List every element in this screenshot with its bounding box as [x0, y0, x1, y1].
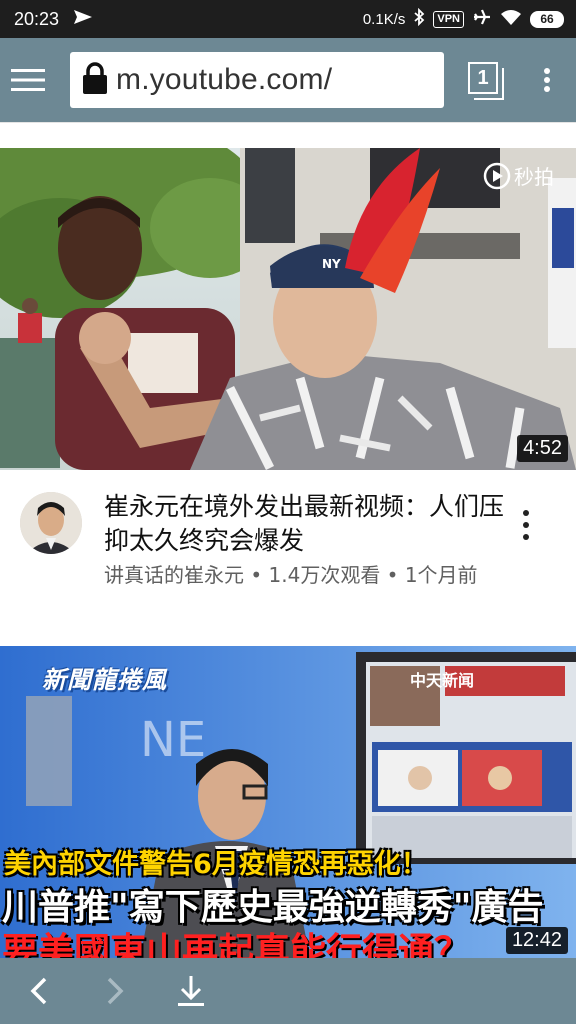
- video-subtitle: 讲真话的崔永元 • 1.4万次观看 • 1个月前: [104, 563, 478, 587]
- video-duration: 4:52: [517, 435, 568, 462]
- video-feed: NY 秒拍 4:52 崔永元在境外发出最新视频：人们压抑太久终究会爆发 讲真话的…: [0, 122, 576, 958]
- video-duration: 12:42: [505, 927, 568, 954]
- hamburger-menu-button[interactable]: [0, 38, 56, 122]
- back-button[interactable]: [4, 958, 74, 1024]
- thumbnail-image: NY 秒拍: [0, 148, 576, 470]
- svg-text:NY: NY: [322, 257, 341, 271]
- status-time: 20:23: [14, 8, 60, 29]
- chevron-left-icon: [30, 977, 47, 1005]
- airplane-icon: [472, 8, 492, 30]
- tabs-button[interactable]: 1: [462, 58, 508, 104]
- vpn-badge: VPN: [433, 10, 464, 28]
- program-badge: 新聞龍捲風: [42, 666, 167, 694]
- thumbnail-caption: 美內部文件警告6月疫情恐再惡化！: [4, 849, 428, 880]
- url-text: m.youtube.com/: [116, 63, 333, 96]
- video-title[interactable]: 崔永元在境外发出最新视频：人们压抑太久终究会爆发: [104, 490, 512, 556]
- download-icon: [178, 976, 204, 1006]
- browser-toolbar: m.youtube.com/ 1: [0, 38, 576, 122]
- net-speed: 0.1K/s: [362, 10, 406, 28]
- video-meta: 崔永元在境外发出最新视频：人们压抑太久终究会爆发 讲真话的崔永元 • 1.4万次…: [0, 470, 576, 620]
- chevron-right-icon: [107, 977, 124, 1005]
- thumbnail-caption: 要美國東山再起真能行得通？: [2, 931, 471, 958]
- video-thumbnail[interactable]: NY 秒拍 4:52: [0, 148, 576, 470]
- video-options-button[interactable]: [514, 508, 538, 542]
- address-bar[interactable]: m.youtube.com/: [70, 52, 444, 108]
- download-button[interactable]: [156, 958, 226, 1024]
- channel-avatar[interactable]: [20, 492, 82, 554]
- lock-icon: [82, 61, 108, 99]
- channel-logo-text: 中天新闻: [410, 671, 474, 690]
- status-bar: 20:23 0.1K/s VPN 66: [0, 0, 576, 38]
- menu-icon: [11, 69, 45, 91]
- wifi-icon: [500, 8, 522, 30]
- browser-bottom-bar: [0, 958, 576, 1024]
- overflow-menu-button[interactable]: [532, 62, 562, 98]
- battery-indicator: 66: [530, 10, 564, 28]
- video-thumbnail[interactable]: NE 中天新闻 新聞龍捲風 美內部文件警告6月疫情恐再惡化！ 川普推"寫下歷史最…: [0, 646, 576, 958]
- forward-button[interactable]: [80, 958, 150, 1024]
- bluetooth-icon: [413, 7, 425, 30]
- svg-text:NE: NE: [140, 712, 206, 768]
- send-icon: [73, 8, 93, 31]
- tab-count: 1: [468, 62, 498, 94]
- watermark-text: 秒拍: [514, 165, 554, 189]
